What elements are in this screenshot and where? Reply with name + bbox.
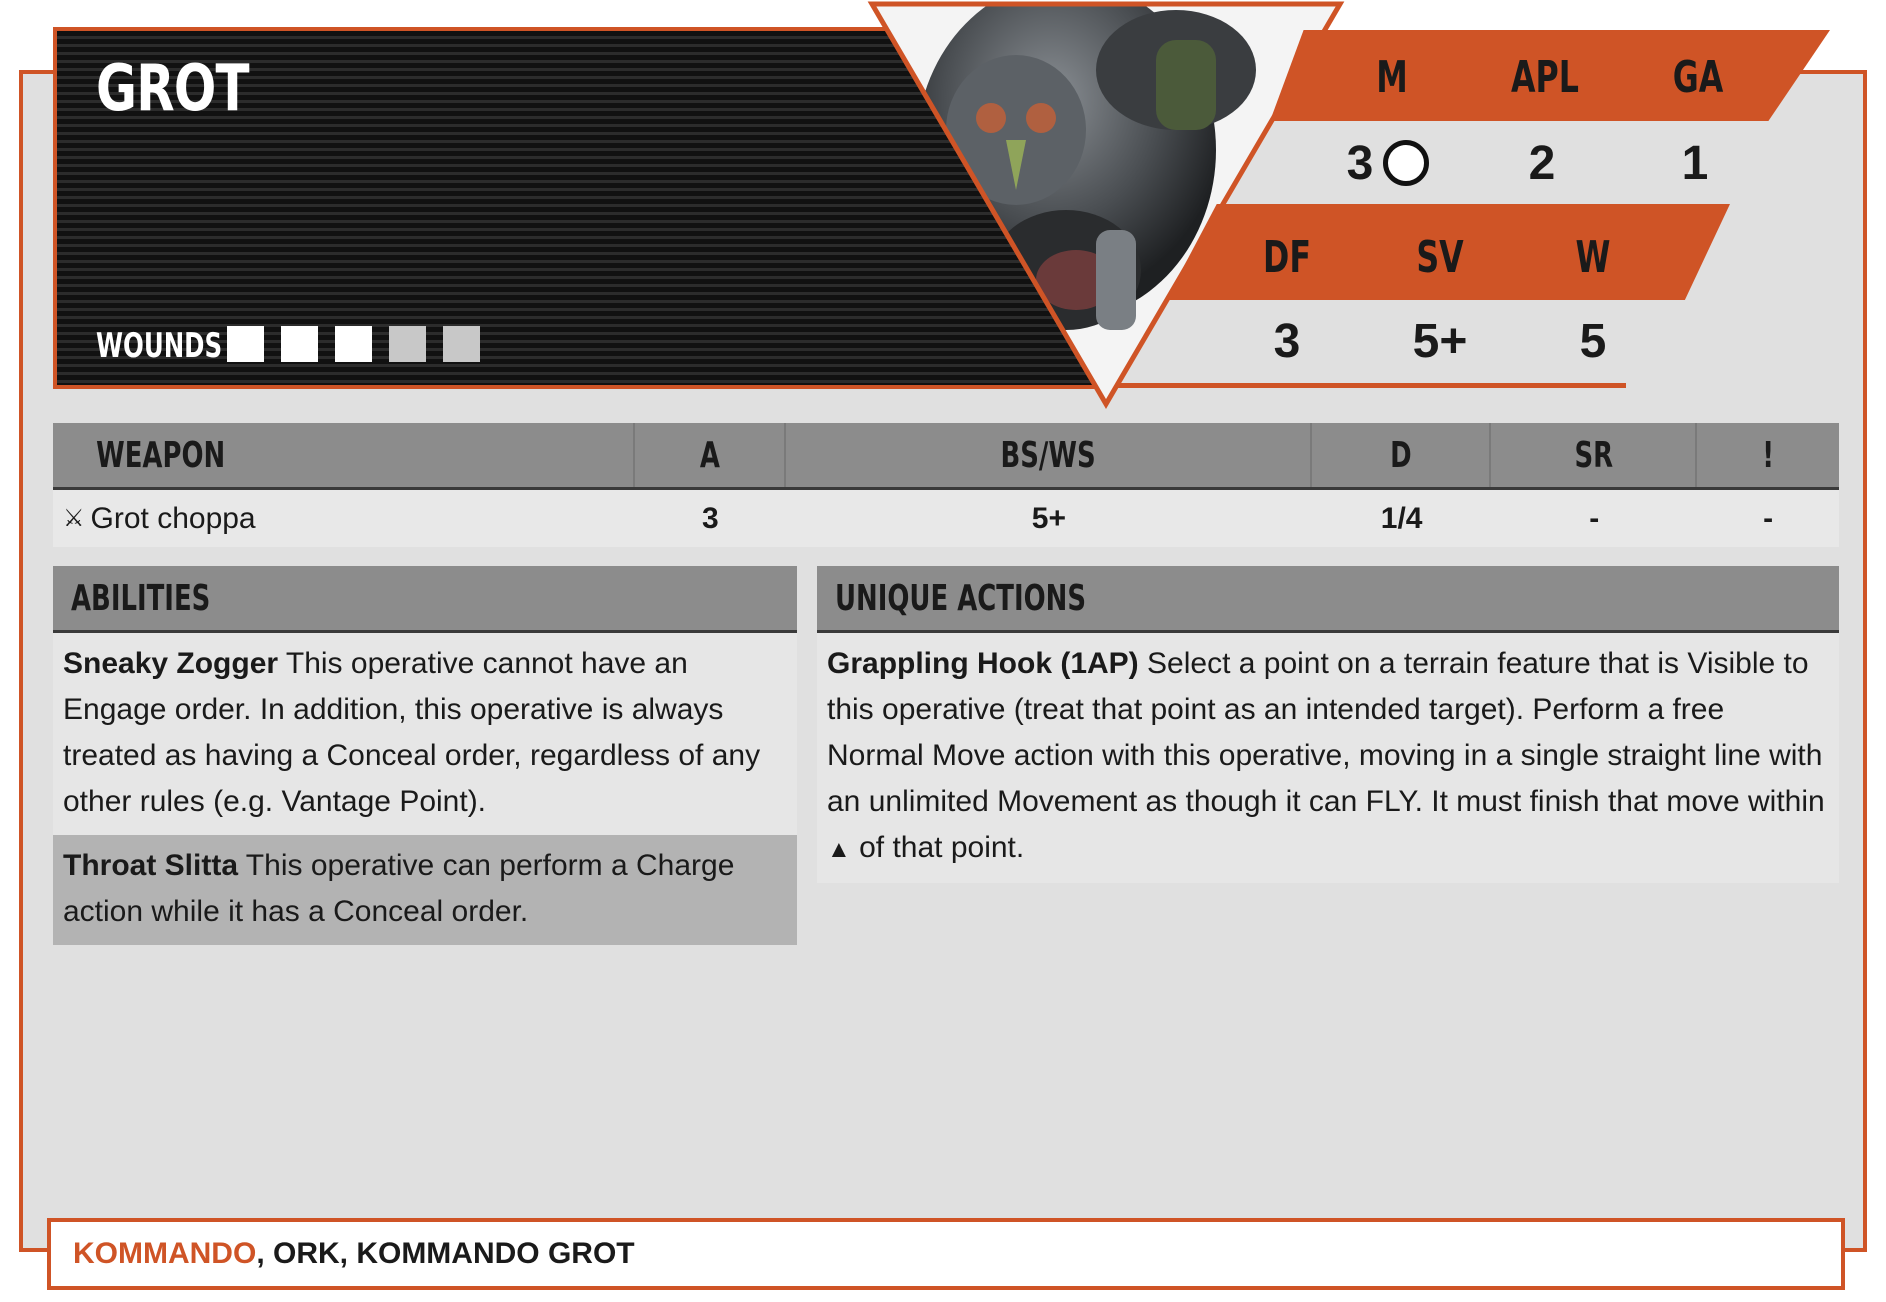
action-text-end: of that point. — [850, 831, 1025, 864]
weapon-damage: 1/4 — [1380, 501, 1423, 535]
unique-actions-box: UNIQUE ACTIONS Grappling Hook (1AP) Sele… — [817, 566, 1839, 883]
stat-underline — [1118, 383, 1626, 388]
circle-icon — [1383, 140, 1429, 186]
weapon-special-rules: - — [1589, 501, 1600, 535]
weapons-table: WEAPON A BS/WS D SR ! ⚔ Grot choppa 3 5+… — [53, 423, 1839, 547]
stat-value-df: 3 — [1273, 315, 1301, 368]
crossed-swords-icon: ⚔ — [63, 505, 85, 532]
abilities-box: ABILITIES Sneaky Zogger This operative c… — [53, 566, 797, 945]
stat-value-ga: 1 — [1681, 137, 1709, 190]
stat-label-apl: APL — [1511, 52, 1579, 103]
stat-label-ga: GA — [1672, 52, 1724, 103]
wounds-label: WOUNDS — [96, 326, 223, 366]
wound-box — [281, 326, 318, 362]
weapon-critical: - — [1763, 501, 1774, 535]
stat-label-m: M — [1376, 52, 1408, 103]
stat-label-sv: SV — [1416, 232, 1464, 283]
keywords-rest: , ORK, KOMMANDO GROT — [256, 1237, 635, 1270]
weapon-attacks: 3 — [702, 501, 719, 535]
header-critical: ! — [1762, 434, 1775, 476]
triangle-icon: ▲ — [827, 836, 851, 863]
header-damage: D — [1312, 423, 1492, 487]
header-weapon: WEAPON — [53, 423, 636, 487]
weapons-header: WEAPON A BS/WS D SR ! — [53, 423, 1839, 490]
header-bsws: BS/WS — [786, 423, 1313, 487]
stat-value-w: 5 — [1579, 315, 1607, 368]
wound-box — [443, 326, 480, 362]
stat-label-w: W — [1575, 232, 1611, 283]
keyword-primary: KOMMANDO — [73, 1237, 257, 1270]
datacard: Grot WOUNDS M APL — [0, 0, 1886, 1302]
ability-name: Sneaky Zogger — [63, 647, 279, 680]
wound-box — [335, 326, 372, 362]
keywords-bar: KOMMANDO, ORK, KOMMANDO GROT — [47, 1218, 1845, 1290]
stat-label-df: DF — [1263, 232, 1311, 283]
header-special-rules: SR — [1491, 423, 1698, 487]
weapon-name: Grot choppa — [90, 501, 256, 535]
action-entry: Grappling Hook (1AP) Select a point on a… — [817, 633, 1839, 883]
stat-value-apl: 2 — [1528, 137, 1556, 190]
wound-box — [389, 326, 426, 362]
table-row: ⚔ Grot choppa 3 5+ 1/4 - - — [53, 490, 1839, 547]
ability-entry: Sneaky Zogger This operative cannot have… — [53, 633, 797, 835]
weapon-bsws: 5+ — [1031, 501, 1067, 535]
weapon-name-cell: ⚔ Grot choppa — [53, 490, 635, 547]
wound-box — [227, 326, 264, 362]
ability-name: Throat Slitta — [63, 849, 239, 882]
abilities-header: ABILITIES — [53, 566, 797, 633]
unique-actions-header: UNIQUE ACTIONS — [817, 566, 1839, 633]
stat-value-sv: 5+ — [1412, 315, 1468, 368]
action-name: Grappling Hook (1AP) — [827, 647, 1139, 680]
ability-entry: Throat Slitta This operative can perform… — [53, 835, 797, 945]
operative-name: Grot — [96, 52, 250, 126]
header-attacks: A — [635, 423, 787, 487]
